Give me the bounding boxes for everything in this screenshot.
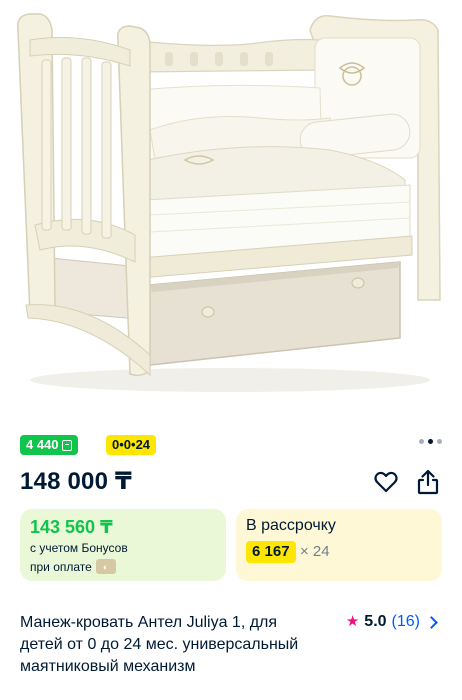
bonus-badge[interactable]: 4 440 <box>20 435 78 455</box>
ozon-card-note-payment: при оплате ◐ <box>30 559 116 574</box>
bonus-points-value: 4 440 <box>26 437 59 452</box>
product-image <box>17 13 441 392</box>
price-row: 148 000 ₸ <box>20 466 442 498</box>
share-icon <box>417 469 439 495</box>
rating-summary[interactable]: ★ 5.0 (16) <box>345 612 438 632</box>
star-icon: ★ <box>345 613 360 630</box>
share-button[interactable] <box>414 468 442 496</box>
ozon-card-note-bonus: с учетом Бонусов <box>30 541 128 555</box>
badges-row: 4 440 0•0•24 <box>20 434 442 456</box>
favorite-heart-icon <box>374 471 398 493</box>
pager-dot-active[interactable] <box>428 439 433 444</box>
ozon-pay-icon: ◐ <box>95 559 116 574</box>
gallery-pager[interactable] <box>419 439 442 444</box>
installment-multiplier: × 24 <box>300 543 330 560</box>
chevron-right-icon <box>425 615 438 629</box>
installment-card[interactable]: В рассрочку 6 167 × 24 <box>236 509 442 581</box>
pager-dot[interactable] <box>437 439 442 444</box>
ozon-card-price: 143 560 ₸ <box>30 517 113 537</box>
product-image-gallery[interactable] <box>0 0 462 405</box>
favorite-button[interactable] <box>372 468 400 496</box>
ozon-card-note-payment-text: при оплате <box>30 559 92 574</box>
installment-badge[interactable]: 0•0•24 <box>106 435 157 455</box>
reviews-count[interactable]: (16) <box>392 613 420 631</box>
product-title-row: Манеж-кровать Антел Juliya 1, для детей … <box>20 612 442 700</box>
rating-value: 5.0 <box>364 613 387 630</box>
installment-amount: 6 167 <box>246 541 296 563</box>
ozon-card-price-card[interactable]: 143 560 ₸ с учетом Бонусов при оплате ◐ <box>20 509 226 581</box>
pager-dot[interactable] <box>419 439 424 444</box>
installment-title: В рассрочку <box>246 517 336 534</box>
product-title: Манеж-кровать Антел Juliya 1, для детей … <box>20 614 299 675</box>
bonus-coin-icon <box>61 439 72 451</box>
